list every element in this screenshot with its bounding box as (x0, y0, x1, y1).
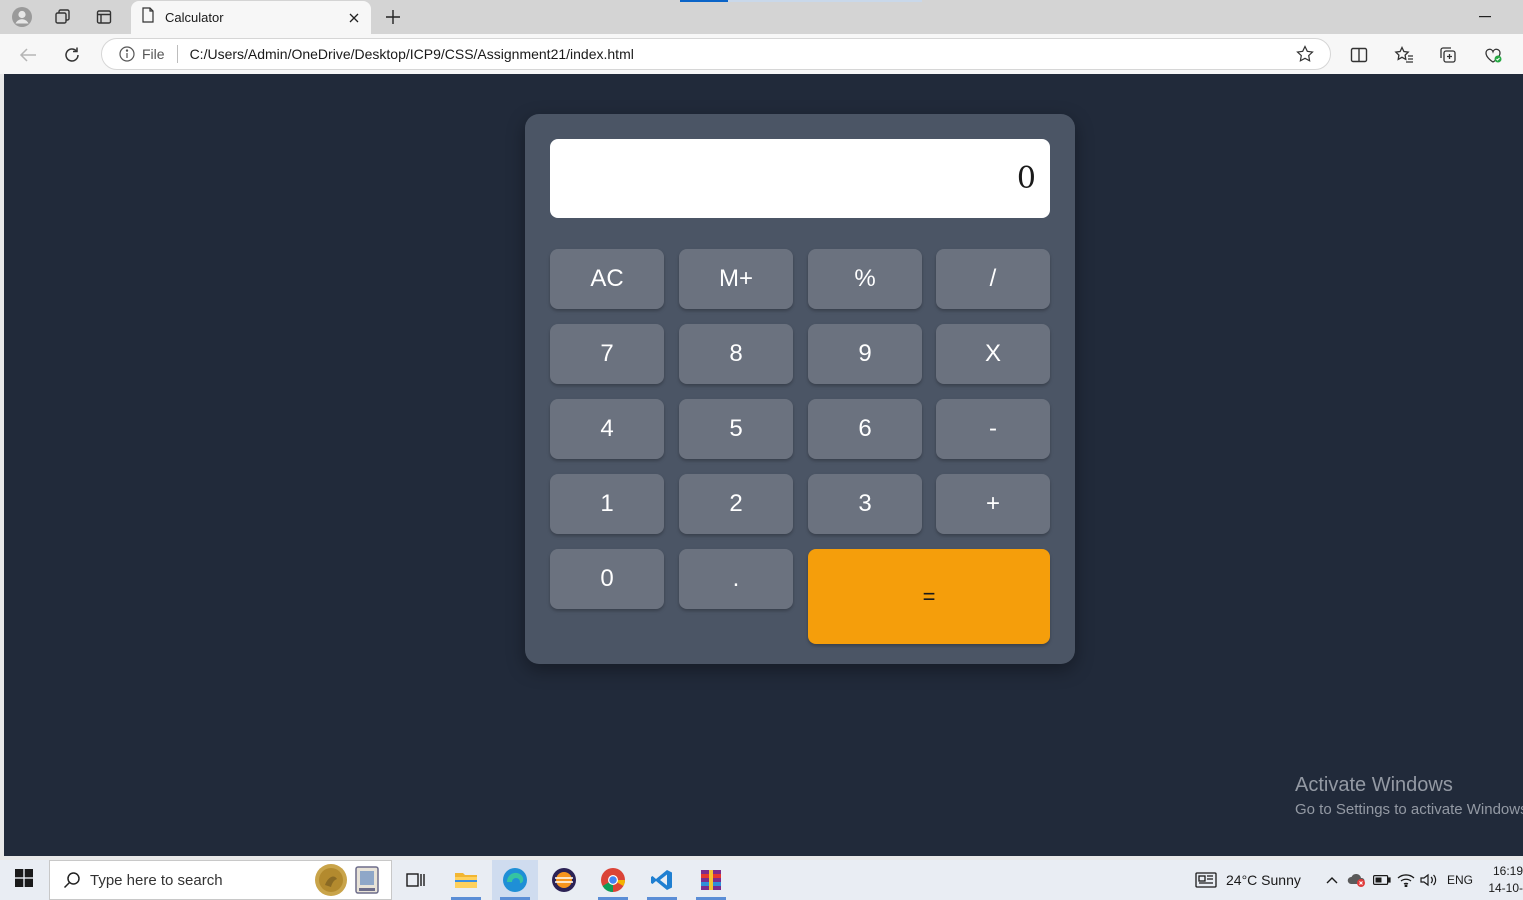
weather-news-icon[interactable] (1194, 870, 1218, 890)
start-button[interactable] (0, 860, 48, 900)
minimize-window-icon[interactable] (1470, 6, 1500, 28)
search-icon (62, 870, 82, 890)
page-viewport: 0 AC M+%/ 7 8 9 X 4 5 6- 1 2 3 +0. = Activate Windows… (4, 74, 1523, 856)
loading-indicator (680, 0, 728, 2)
activate-windows-watermark: Activate Windows Go to Settings to activ… (1295, 774, 1523, 818)
vscode-icon[interactable] (639, 860, 685, 900)
profile-icon[interactable] (10, 5, 34, 29)
new-tab-icon[interactable] (381, 5, 405, 29)
key-digit-2-button[interactable]: 2 (679, 474, 793, 534)
key-digit-9-button[interactable]: 9 (808, 324, 922, 384)
edge-browser-icon[interactable] (492, 860, 538, 900)
key-memory-plus-button[interactable]: M+ (679, 249, 793, 309)
collections-icon[interactable] (1435, 42, 1461, 68)
windows-taskbar: Type here to search 24°C Sunny ENG 16:19… (0, 860, 1523, 900)
key-decimal-button[interactable]: . (679, 549, 793, 609)
key-all-clear-button[interactable]: AC (550, 249, 664, 309)
address-toolbar: File C:/Users/Admin/OneDrive/Desktop/ICP… (0, 34, 1523, 74)
address-divider (176, 45, 178, 63)
onedrive-error-icon[interactable] (1347, 870, 1367, 890)
taskbar-search[interactable]: Type here to search (49, 860, 392, 900)
key-digit-3-button[interactable]: 3 (808, 474, 922, 534)
address-bar[interactable]: File C:/Users/Admin/OneDrive/Desktop/ICP… (101, 38, 1331, 70)
task-view-icon[interactable] (392, 860, 438, 900)
key-digit-7-button[interactable]: 7 (550, 324, 664, 384)
weather-text[interactable]: 24°C Sunny (1226, 860, 1301, 900)
key-equals-button[interactable]: = (808, 549, 1050, 644)
scheme-label: File (142, 46, 165, 62)
key-digit-4-button[interactable]: 4 (550, 399, 664, 459)
refresh-icon[interactable] (59, 42, 85, 68)
site-info-icon[interactable] (118, 45, 136, 63)
browser-tab-strip: Calculator (0, 0, 1523, 34)
eclipse-icon[interactable] (541, 860, 587, 900)
close-tab-icon[interactable] (343, 7, 365, 29)
key-add-button[interactable]: + (936, 474, 1050, 534)
key-digit-8-button[interactable]: 8 (679, 324, 793, 384)
key-digit-0-button[interactable]: 0 (550, 549, 664, 609)
key-digit-5-button[interactable]: 5 (679, 399, 793, 459)
watermark-title: Activate Windows (1295, 774, 1453, 796)
back-arrow-icon[interactable] (15, 42, 41, 68)
active-tab[interactable]: Calculator (131, 1, 371, 34)
windows-logo-icon (15, 868, 33, 892)
battery-icon[interactable] (1372, 870, 1392, 890)
key-divide-button[interactable]: / (936, 249, 1050, 309)
file-explorer-icon[interactable] (443, 860, 489, 900)
split-screen-icon[interactable] (1346, 42, 1372, 68)
browser-essentials-icon[interactable] (1480, 42, 1506, 68)
loading-indicator-track (728, 0, 922, 2)
key-subtract-button[interactable]: - (936, 399, 1050, 459)
key-percent-button[interactable]: % (808, 249, 922, 309)
page-icon (141, 7, 155, 28)
search-placeholder: Type here to search (90, 871, 223, 889)
workspaces-icon[interactable] (50, 5, 74, 29)
key-multiply-button[interactable]: X (936, 324, 1050, 384)
input-language[interactable]: ENG (1447, 860, 1473, 900)
display-value: 0 (1016, 161, 1036, 196)
key-digit-6-button[interactable]: 6 (808, 399, 922, 459)
search-highlight-art-icon (313, 863, 383, 897)
winrar-icon[interactable] (688, 860, 734, 900)
chrome-icon[interactable] (590, 860, 636, 900)
taskbar-clock[interactable]: 16:19 14-10-2 (1482, 863, 1523, 900)
volume-icon[interactable] (1419, 870, 1439, 890)
key-digit-1-button[interactable]: 1 (550, 474, 664, 534)
wifi-icon[interactable] (1396, 870, 1416, 890)
url-text[interactable]: C:/Users/Admin/OneDrive/Desktop/ICP9/CSS… (190, 46, 1294, 62)
tab-actions-icon[interactable] (92, 5, 116, 29)
clock-date: 14-10-2 (1488, 881, 1523, 900)
calculator: 0 AC M+%/ 7 8 9 X 4 5 6- 1 2 3 +0. = (525, 114, 1075, 664)
calculator-display: 0 (550, 139, 1050, 218)
favorite-star-icon[interactable] (1294, 43, 1316, 65)
watermark-subtitle: Go to Settings to activate Windows. (1295, 801, 1523, 818)
favorites-icon[interactable] (1391, 42, 1417, 68)
show-hidden-icons-chevron-up-icon[interactable] (1322, 870, 1342, 890)
clock-time: 16:19 (1492, 864, 1523, 878)
tab-title: Calculator (165, 10, 224, 25)
